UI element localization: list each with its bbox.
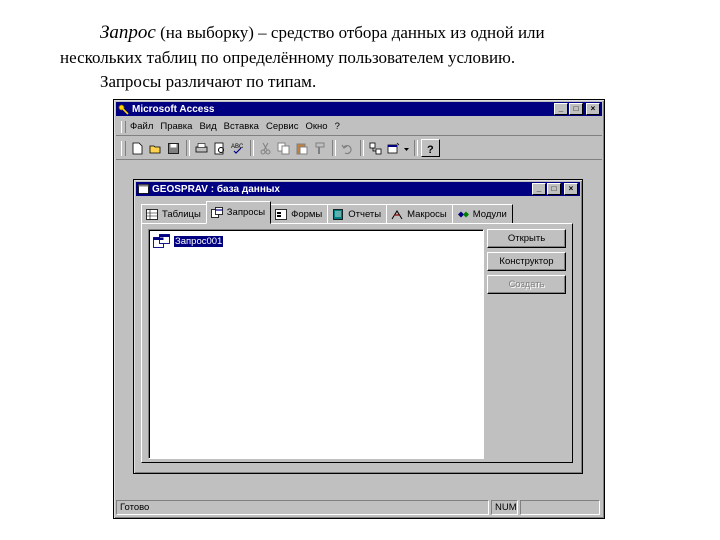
design-button[interactable]: Конструктор (487, 252, 566, 271)
database-icon (138, 184, 149, 194)
menu-file[interactable]: Файл (130, 121, 153, 132)
query-list[interactable]: Запрос001 (148, 229, 484, 459)
new-object-icon[interactable] (385, 140, 402, 156)
dropdown-arrow-icon[interactable] (403, 140, 410, 156)
print-icon[interactable] (193, 140, 210, 156)
maximize-button[interactable]: □ (569, 103, 583, 115)
toolbar-separator (332, 140, 336, 156)
query-item-label: Запрос001 (174, 235, 224, 247)
create-button[interactable]: Создать (487, 275, 566, 294)
slide-line-1-rest: (на выборку) – средство отбора данных из… (155, 23, 545, 42)
db-titlebar[interactable]: GEOSPRAV : база данных _ □ × (136, 182, 580, 196)
help-icon[interactable]: ? (421, 139, 440, 157)
list-item[interactable]: Запрос001 (153, 234, 224, 248)
open-icon[interactable] (147, 140, 164, 156)
slide-line-3: Запросы различают по типам. (100, 72, 317, 91)
menu-view[interactable]: Вид (199, 121, 216, 132)
toolbar-separator (250, 140, 254, 156)
macro-icon (391, 209, 403, 220)
close-button[interactable]: × (586, 103, 600, 115)
database-window: GEOSPRAV : база данных _ □ × Таблицы Зап… (133, 179, 583, 474)
toolbar-separator (360, 140, 364, 156)
tab-modules-label: Модули (472, 208, 507, 220)
query-icon (153, 234, 170, 248)
app-title: Microsoft Access (132, 103, 215, 115)
tab-forms-label: Формы (291, 208, 323, 220)
report-icon (332, 208, 344, 220)
slide-line-2: нескольких таблиц по определённому польз… (60, 48, 516, 67)
tab-forms[interactable]: Формы (270, 204, 329, 224)
term-word: Запрос (100, 22, 156, 43)
toolbar-grip (121, 140, 126, 156)
num-indicator: NUM (491, 500, 518, 515)
status-panel-empty (519, 500, 600, 515)
standard-toolbar: ABC ? (116, 137, 602, 160)
tab-queries-label: Запросы (226, 207, 266, 218)
menu-window[interactable]: Окно (305, 121, 327, 132)
queries-panel: Запрос001 Открыть Конструктор Создать (141, 223, 573, 463)
menu-insert[interactable]: Вставка (224, 121, 259, 132)
module-icon (457, 209, 469, 220)
paste-icon[interactable] (293, 140, 310, 156)
svg-text:ABC: ABC (231, 144, 244, 150)
status-text: Готово (116, 500, 490, 515)
toolbar-separator (414, 140, 418, 156)
new-icon[interactable] (129, 140, 146, 156)
table-icon (146, 208, 158, 220)
db-title: GEOSPRAV : база данных (152, 183, 280, 195)
open-button[interactable]: Открыть (487, 229, 566, 248)
svg-text:?: ? (427, 144, 434, 155)
menubar-grip (121, 120, 126, 133)
tab-tables-label: Таблицы (162, 208, 201, 220)
toolbar-separator (186, 140, 190, 156)
tab-tables[interactable]: Таблицы (141, 204, 207, 224)
format-painter-icon[interactable] (311, 140, 328, 156)
cut-icon[interactable] (257, 140, 274, 156)
menu-tools[interactable]: Сервис (266, 121, 299, 132)
query-icon (210, 207, 223, 218)
form-icon (275, 208, 288, 220)
spelling-icon[interactable]: ABC (229, 140, 246, 156)
tab-macros[interactable]: Макросы (386, 204, 453, 224)
menu-edit[interactable]: Правка (160, 121, 192, 132)
print-preview-icon[interactable] (211, 140, 228, 156)
menu-bar: Файл Правка Вид Вставка Сервис Окно ? (116, 118, 602, 136)
save-icon[interactable] (165, 140, 182, 156)
mdi-workspace: GEOSPRAV : база данных _ □ × Таблицы Зап… (116, 161, 602, 496)
minimize-button[interactable]: _ (554, 103, 568, 115)
relationships-icon[interactable] (367, 140, 384, 156)
tab-queries[interactable]: Запросы (205, 201, 272, 224)
db-maximize-button[interactable]: □ (547, 183, 561, 195)
tab-macros-label: Макросы (407, 208, 447, 220)
undo-icon[interactable] (339, 140, 356, 156)
status-bar: Готово NUM (116, 499, 602, 516)
access-window: Microsoft Access _ □ × Файл Правка Вид В… (113, 99, 605, 519)
object-tabs: Таблицы Запросы Формы Отчеты Макросы Мод… (141, 201, 513, 224)
access-key-icon (118, 104, 129, 115)
slide-line-1: Запрос (на выборку) – средство отбора да… (100, 22, 545, 44)
db-close-button[interactable]: × (564, 183, 578, 195)
app-titlebar[interactable]: Microsoft Access _ □ × (116, 102, 602, 116)
tab-modules[interactable]: Модули (451, 204, 513, 224)
db-minimize-button[interactable]: _ (532, 183, 546, 195)
copy-icon[interactable] (275, 140, 292, 156)
tab-reports[interactable]: Отчеты (327, 204, 388, 224)
tab-reports-label: Отчеты (348, 208, 382, 220)
menu-help[interactable]: ? (335, 121, 340, 132)
